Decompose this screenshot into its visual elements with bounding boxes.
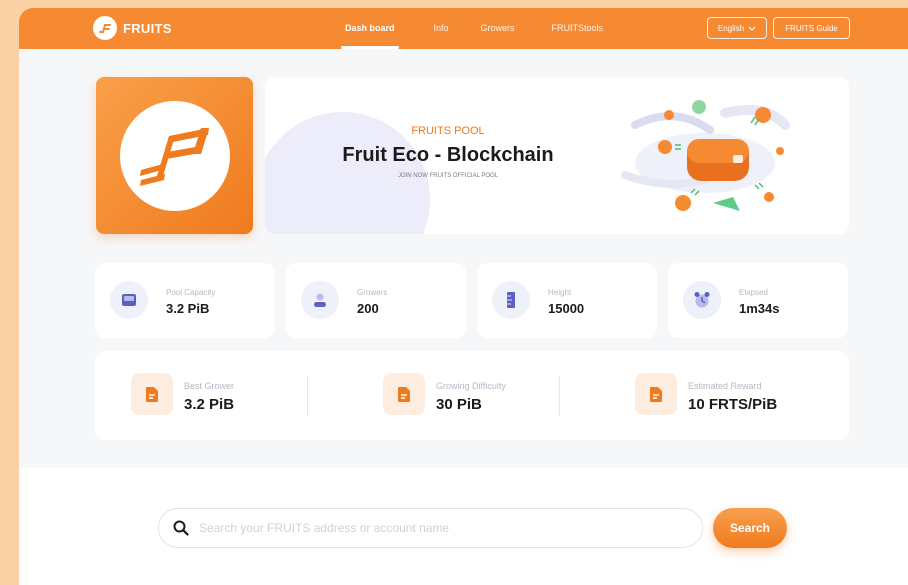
stat-growers: Growers 200 xyxy=(286,263,466,338)
pool-logo-card xyxy=(96,77,253,234)
highlight-label: Best Grower xyxy=(184,381,235,391)
search-box[interactable] xyxy=(158,508,703,548)
chevron-down-icon xyxy=(748,26,756,31)
top-navigation-bar: FRUITS Dash board Info Growers FRUITStoo… xyxy=(19,8,908,49)
document-icon xyxy=(131,373,173,415)
fruits-logo-icon xyxy=(93,16,117,40)
app-window: FRUITS Dash board Info Growers FRUITStoo… xyxy=(19,8,908,585)
stat-label: Pool Capacity xyxy=(166,288,216,297)
fruits-logo-large-icon xyxy=(119,100,230,211)
nav-growers[interactable]: Growers xyxy=(481,8,515,49)
language-select[interactable]: English xyxy=(707,17,767,39)
alarm-clock-icon xyxy=(683,281,721,319)
search-section: Search xyxy=(19,468,908,585)
user-icon xyxy=(301,281,339,319)
nav-fruitstools[interactable]: FRUITStools xyxy=(552,8,604,49)
stat-value: 15000 xyxy=(548,301,585,316)
brand[interactable]: FRUITS xyxy=(93,16,172,40)
highlight-label: Growing Difficulty xyxy=(436,381,506,391)
stat-label: Elapsed xyxy=(739,288,768,297)
highlight-value: 3.2 PiB xyxy=(184,396,235,413)
stat-pool-capacity: Pool Capacity 3.2 PiB xyxy=(95,263,275,338)
brand-name: FRUITS xyxy=(123,20,172,36)
document-icon xyxy=(635,373,677,415)
blockchain-illustration-icon xyxy=(621,100,790,211)
language-label: English xyxy=(717,23,745,33)
nav-info[interactable]: Info xyxy=(434,8,449,49)
inbox-icon xyxy=(110,281,148,319)
nav-dashboard[interactable]: Dash board xyxy=(341,8,398,49)
banner-title: Fruit Eco - Blockchain xyxy=(342,144,554,166)
divider xyxy=(559,376,560,416)
search-button[interactable]: Search xyxy=(713,508,787,548)
stat-label: Height xyxy=(548,288,572,297)
highlight-value: 10 FRTS/PiB xyxy=(688,396,778,413)
stat-label: Growers xyxy=(357,288,388,297)
main-nav: Dash board Info Growers FRUITStools xyxy=(339,8,603,49)
stat-height: Height 15000 xyxy=(477,263,657,338)
stat-value: 1m34s xyxy=(739,301,780,316)
stat-value: 3.2 PiB xyxy=(166,301,210,316)
banner-tagline: JOIN NOW FRUITS OFFICIAL POOL xyxy=(397,173,499,179)
stat-value: 200 xyxy=(357,301,379,316)
highlight-label: Estimated Reward xyxy=(688,381,762,391)
search-input[interactable] xyxy=(199,521,679,535)
banner-subtitle: FRUITS POOL xyxy=(411,125,485,137)
ruler-icon xyxy=(492,281,530,319)
guide-button[interactable]: FRUITS Guide xyxy=(773,17,850,39)
divider xyxy=(307,376,308,416)
pool-highlights-card: Best Grower 3.2 PiB Growing Difficulty 3… xyxy=(95,351,849,440)
stat-elapsed: Elapsed 1m34s xyxy=(668,263,848,338)
pool-banner: FRUITS POOL Fruit Eco - Blockchain JOIN … xyxy=(265,77,849,234)
search-icon xyxy=(173,520,189,536)
document-icon xyxy=(383,373,425,415)
highlight-value: 30 PiB xyxy=(436,396,482,413)
